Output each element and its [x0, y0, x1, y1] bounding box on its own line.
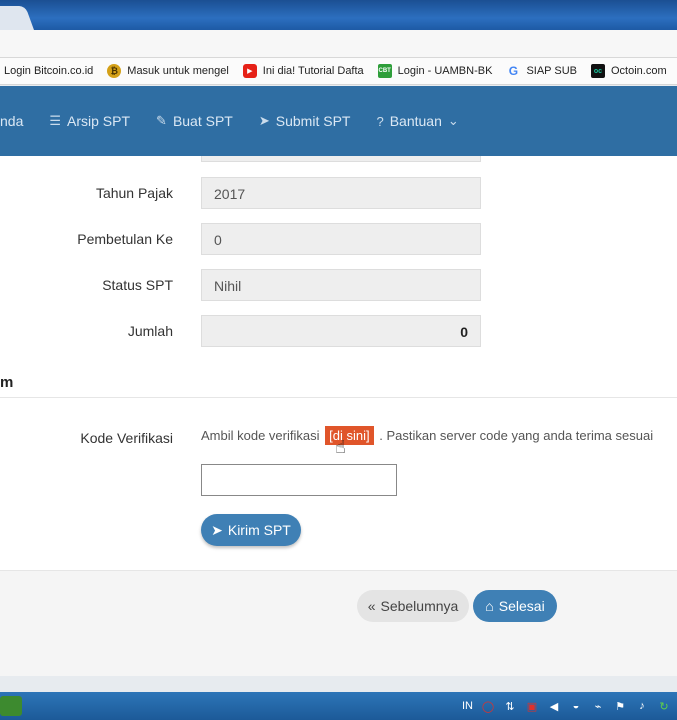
- nav-item-buat-spt[interactable]: ✎ Buat SPT: [156, 113, 233, 129]
- pembetulan-label: Pembetulan Ke: [77, 231, 173, 247]
- nav-item-bantuan[interactable]: ? Bantuan ⌄: [376, 113, 458, 129]
- bookmark-label: Masuk untuk mengel: [127, 65, 229, 77]
- nav-label: Bantuan: [389, 113, 442, 129]
- double-chevron-left-icon: «: [367, 598, 376, 614]
- verifikasi-help-text: Ambil kode verifikasi [di sini] . Pastik…: [201, 426, 653, 445]
- status-spt-field: Nihil: [201, 269, 481, 301]
- sync-icon[interactable]: ↻: [657, 699, 671, 713]
- os-taskbar: IN ◯ ⇅ ▣ ◀ ◒ ⌁ ⚑ ♪ ↻: [0, 692, 677, 720]
- sebelumnya-button[interactable]: « Sebelumnya: [357, 590, 469, 622]
- row-tahun-pajak: Tahun Pajak 2017: [0, 177, 677, 209]
- page-content: Tahun Pajak 2017 Pembetulan Ke 0 Status …: [0, 156, 677, 676]
- wizard-footer: [0, 570, 677, 676]
- send-icon: ➤: [211, 521, 223, 538]
- nav-label: nda: [0, 113, 24, 129]
- row-jumlah: Jumlah 0: [0, 315, 677, 347]
- address-bar[interactable]: [0, 30, 677, 58]
- page-bottom-gap: [0, 676, 677, 692]
- selesai-button[interactable]: ⌂ Selesai: [473, 590, 557, 622]
- bookmark-masuk[interactable]: ₿ Masuk untuk mengel: [103, 64, 239, 78]
- jumlah-label: Jumlah: [127, 323, 173, 339]
- hand-cursor-icon: ☝: [335, 437, 346, 457]
- nav-item-partial[interactable]: nda: [0, 113, 23, 129]
- send-icon: ➤: [258, 113, 270, 128]
- browser-tab[interactable]: [0, 6, 35, 30]
- field-stub: [201, 156, 481, 162]
- bookmark-siap[interactable]: G SIAP SUB: [502, 64, 587, 78]
- chevron-down-icon: ⌄: [447, 113, 459, 128]
- opera-icon[interactable]: ◯: [481, 699, 495, 713]
- home-icon: ⌂: [485, 598, 494, 614]
- kirim-spt-button[interactable]: ➤ Kirim SPT: [201, 514, 301, 546]
- bookmark-label: Ini dia! Tutorial Dafta: [262, 65, 364, 77]
- bookmarks-bar: Login Bitcoin.co.id ₿ Masuk untuk mengel…: [0, 58, 677, 85]
- kirim-spt-label: Kirim SPT: [227, 522, 291, 538]
- system-tray: IN ◯ ⇅ ▣ ◀ ◒ ⌁ ⚑ ♪ ↻: [462, 699, 677, 713]
- list-icon: ☰: [49, 113, 62, 128]
- help-text-after: . Pastikan server code yang anda terima …: [379, 428, 654, 443]
- browser-titlebar: [0, 0, 677, 30]
- jumlah-field: 0: [201, 315, 481, 347]
- bookmark-label: SIAP SUB: [526, 65, 577, 77]
- octoin-icon: oc: [590, 64, 605, 78]
- section-title: m: [0, 374, 14, 391]
- pembetulan-field: 0: [201, 223, 481, 255]
- wifi-icon[interactable]: ◒: [569, 699, 583, 713]
- sebelumnya-label: Sebelumnya: [380, 598, 459, 614]
- help-text-before: Ambil kode verifikasi: [201, 428, 320, 443]
- start-button[interactable]: [0, 696, 22, 716]
- flag-icon[interactable]: ⚑: [613, 699, 627, 713]
- section-divider: [0, 397, 677, 398]
- tahun-pajak-label: Tahun Pajak: [95, 185, 173, 201]
- kode-verifikasi-input[interactable]: [201, 464, 397, 496]
- network-icon[interactable]: ⇅: [503, 699, 517, 713]
- tahun-pajak-field: 2017: [201, 177, 481, 209]
- nav-label: Buat SPT: [172, 113, 233, 129]
- bookmark-label: Login - UAMBN-BK: [397, 65, 493, 77]
- language-indicator[interactable]: IN: [462, 700, 473, 712]
- selesai-label: Selesai: [498, 598, 545, 614]
- question-icon: ?: [376, 113, 384, 129]
- nav-item-submit-spt[interactable]: ➤ Submit SPT: [259, 113, 351, 129]
- nav-item-arsip-spt[interactable]: ☰ Arsip SPT: [49, 113, 130, 129]
- bookmark-label: Octoin.com: [610, 65, 667, 77]
- volume-icon[interactable]: ♪: [635, 699, 649, 713]
- usb-icon[interactable]: ⌁: [591, 699, 605, 713]
- kode-verifikasi-label: Kode Verifikasi: [80, 430, 173, 446]
- acrobat-icon[interactable]: ▣: [525, 699, 539, 713]
- bookmark-tutorial[interactable]: ▶ Ini dia! Tutorial Dafta: [239, 64, 374, 78]
- google-icon: G: [508, 64, 519, 78]
- bookmark-label: Login Bitcoin.co.id: [4, 65, 94, 77]
- cbt-icon: CBT: [377, 64, 392, 78]
- app-navbar: nda ☰ Arsip SPT ✎ Buat SPT ➤ Submit SPT …: [0, 86, 677, 156]
- row-pembetulan: Pembetulan Ke 0: [0, 223, 677, 255]
- status-spt-label: Status SPT: [102, 277, 173, 293]
- bookmark-bitcoin[interactable]: Login Bitcoin.co.id: [0, 65, 103, 77]
- coin-icon: ₿: [107, 64, 122, 78]
- row-status-spt: Status SPT Nihil: [0, 269, 677, 301]
- edit-icon: ✎: [156, 113, 167, 128]
- nav-label: Arsip SPT: [67, 113, 131, 129]
- youtube-icon: ▶: [242, 64, 257, 78]
- bookmark-uambn[interactable]: CBT Login - UAMBN-BK: [374, 64, 503, 78]
- speaker-icon[interactable]: ◀: [547, 699, 561, 713]
- di-sini-link[interactable]: [di sini]: [325, 426, 374, 445]
- nav-label: Submit SPT: [275, 113, 351, 129]
- bookmark-octoin[interactable]: oc Octoin.com: [587, 64, 677, 78]
